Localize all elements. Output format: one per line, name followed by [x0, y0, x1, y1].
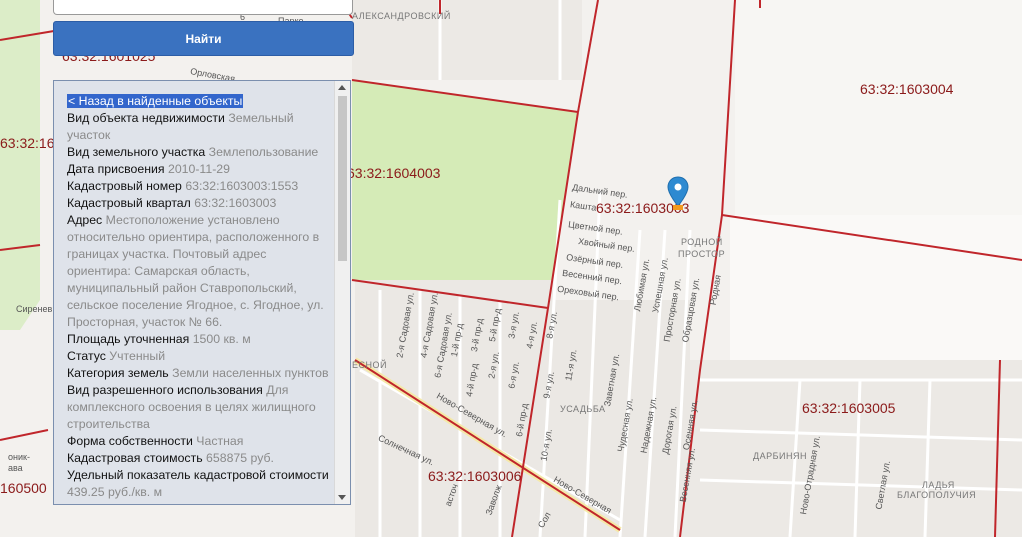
green-field	[352, 80, 578, 308]
attribute-value: 1500 кв. м	[192, 332, 251, 346]
area-ladya: ЛАДЬЯ	[922, 480, 955, 490]
attribute-list: Вид объекта недвижимости Земельный участ…	[67, 110, 333, 501]
attribute-row: Дата присвоения 2010-11-29	[67, 161, 333, 178]
cadastral-label-160500-left: 160500	[0, 480, 47, 496]
attribute-value: 63:32:1603003:1553	[185, 179, 299, 193]
attribute-value: 2010-11-29	[167, 162, 230, 176]
attribute-key: Вид объекта недвижимости	[67, 111, 225, 125]
area-blagopoluchiya: БЛАГОПОЛУЧИЯ	[897, 490, 977, 500]
scroll-thumb[interactable]	[338, 96, 347, 261]
search-input[interactable]	[53, 0, 353, 15]
attribute-key: Кадастровый квартал	[67, 196, 191, 210]
area-lesnoy: ЕСНОЙ	[352, 360, 387, 370]
attribute-row: Вид земельного участка Землепользование	[67, 144, 333, 161]
attribute-row: Площадь уточненная 1500 кв. м	[67, 331, 333, 348]
attribute-key: Статус	[67, 349, 106, 363]
scroll-up-icon[interactable]	[338, 85, 346, 90]
attribute-value: 63:32:1603003	[194, 196, 277, 210]
attribute-key: Удельный показатель кадастровой стоимост…	[67, 468, 329, 482]
attribute-key: Вид разрешенного использования	[67, 383, 263, 397]
attribute-row: Кадастровый квартал 63:32:1603003	[67, 195, 333, 212]
cadastral-label-1604003: 63:32:1604003	[347, 165, 441, 181]
poi-left-2: ава	[8, 463, 23, 473]
attribute-key: Кадастровый номер	[67, 179, 182, 193]
attribute-value: Местоположение установлено относительно …	[67, 213, 324, 329]
attribute-row: Кадастровая стоимость 658875 руб.	[67, 450, 333, 467]
attribute-value: Земли населенных пунктов	[172, 366, 329, 380]
object-info-panel: < Назад в найденные объекты Вид объекта …	[53, 80, 351, 505]
street-sirenevaya: Сиренев	[16, 304, 53, 314]
attribute-row: Кадастровый номер 63:32:1603003:1553	[67, 178, 333, 195]
cadastral-label-1603004: 63:32:1603004	[860, 81, 954, 97]
attribute-key: Вид земельного участка	[67, 145, 206, 159]
attribute-value: Учтенный	[109, 349, 166, 363]
area-prostor: ПРОСТОР	[678, 249, 726, 259]
attribute-key: Площадь уточненная	[67, 332, 190, 346]
panel-scrollbar[interactable]	[334, 81, 350, 504]
attribute-key: Дата присвоения	[67, 162, 165, 176]
back-to-results-link[interactable]: < Назад в найденные объекты	[67, 94, 244, 108]
attribute-row: Вид разрешенного использования Для компл…	[67, 382, 333, 433]
attribute-value: Землепользование	[208, 145, 319, 159]
attribute-value: 658875 руб.	[206, 451, 274, 465]
attribute-key: Кадастровая стоимость	[67, 451, 203, 465]
find-button[interactable]: Найти	[53, 21, 354, 56]
attribute-row: Категория земель Земли населенных пункто…	[67, 365, 333, 382]
cadastral-label-1603006: 63:32:1603006	[428, 468, 522, 484]
attribute-row: Форма собственности Частная	[67, 433, 333, 450]
area-rodnoy: РОДНОЙ	[681, 237, 723, 247]
area-usadba: УСАДЬБА	[560, 404, 606, 414]
attribute-key: Форма собственности	[67, 434, 193, 448]
attribute-row: Статус Учтенный	[67, 348, 333, 365]
attribute-value: 439.25 руб./кв. м	[67, 485, 163, 499]
attribute-value: Частная	[196, 434, 244, 448]
poi-left-1: оник-	[8, 452, 30, 462]
park-area-left	[0, 0, 40, 330]
panel-content: < Назад в найденные объекты Вид объекта …	[67, 93, 333, 501]
scroll-down-icon[interactable]	[338, 495, 346, 500]
area-aleksandrovsky: АЛЕКСАНДРОВСКИЙ	[352, 11, 451, 21]
area-darbinyan: ДАРБИНЯН	[753, 451, 807, 461]
cadastral-label-1603005: 63:32:1603005	[802, 400, 896, 416]
attribute-row: Адрес Местоположение установлено относит…	[67, 212, 333, 331]
location-pin-icon[interactable]	[667, 176, 689, 210]
attribute-key: Категория земель	[67, 366, 169, 380]
attribute-row: Удельный показатель кадастровой стоимост…	[67, 467, 333, 501]
attribute-row: Вид объекта недвижимости Земельный участ…	[67, 110, 333, 144]
attribute-key: Адрес	[67, 213, 103, 227]
